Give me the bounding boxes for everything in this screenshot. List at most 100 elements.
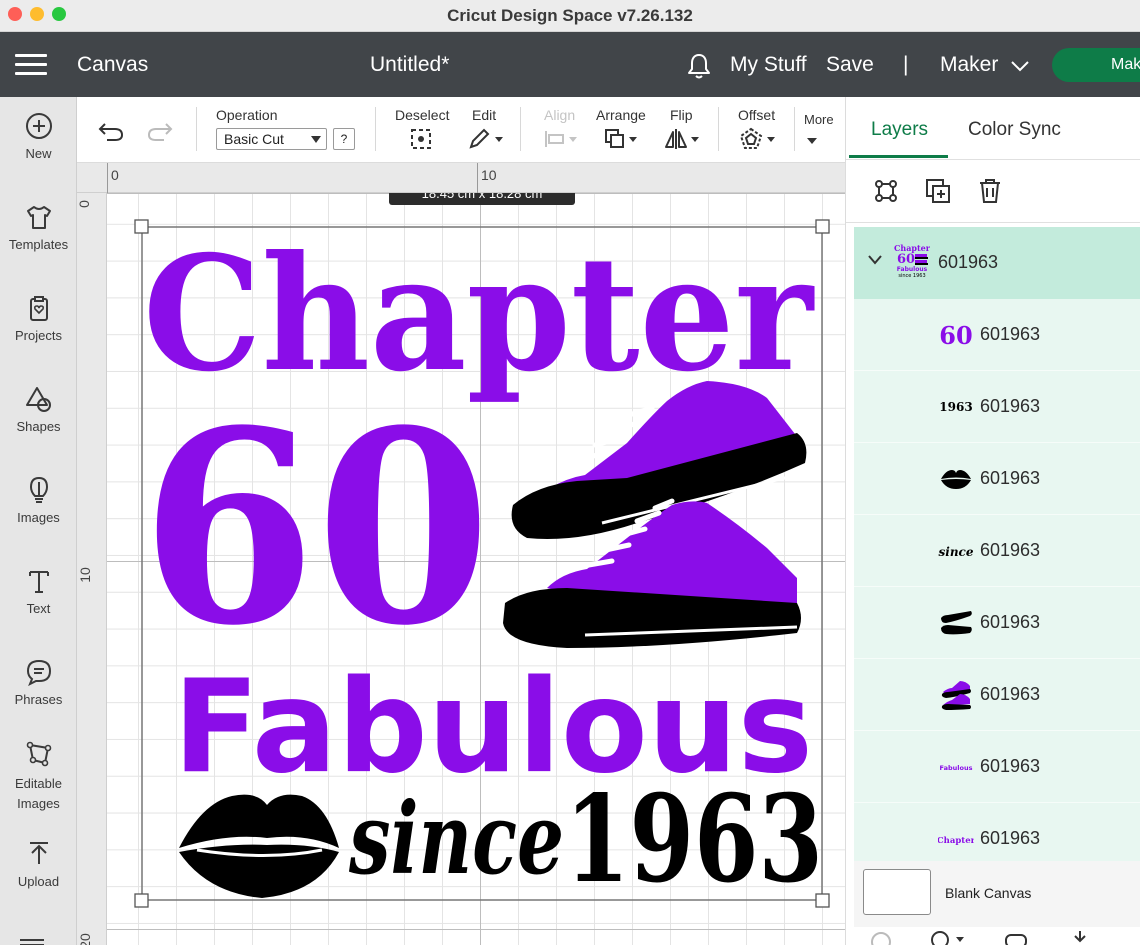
bulb-icon xyxy=(29,476,48,503)
group-icon[interactable] xyxy=(872,177,900,205)
edit-label: Edit xyxy=(472,107,497,123)
layer-name: 601963 xyxy=(938,252,999,272)
ruler-tick-label: 0 xyxy=(75,200,92,208)
align-icon[interactable] xyxy=(543,129,581,149)
sidebar-item-shapes[interactable]: Shapes xyxy=(0,385,77,434)
sidebar-item-editable-images[interactable]: Editable Images xyxy=(0,740,77,814)
sidebar-item-label: Templates xyxy=(8,237,69,252)
left-sidebar: New Templates Projects Shapes Images Tex… xyxy=(0,97,77,945)
shapes-icon xyxy=(25,387,51,412)
sidebar-item-label: Images xyxy=(17,510,60,525)
svg-text:Fabulous: Fabulous xyxy=(940,764,973,772)
sidebar-item-templates[interactable]: Templates xyxy=(0,203,77,252)
sidebar-item-label: Projects xyxy=(15,328,62,343)
operation-select[interactable]: Basic Cut xyxy=(216,128,327,150)
text-t-icon xyxy=(28,571,49,593)
size-tag: 18.45 cm x 18.28 cm xyxy=(389,193,575,205)
layer-row[interactable]: 601963 xyxy=(854,659,1140,731)
my-stuff-link[interactable]: My Stuff xyxy=(730,53,807,77)
layer-name: 601963 xyxy=(980,612,1041,632)
layer-name: 601963 xyxy=(980,828,1041,848)
svg-text:Chapter: Chapter xyxy=(938,836,974,846)
ruler-tick-label: 10 xyxy=(481,167,497,183)
layer-name: 601963 xyxy=(980,324,1041,344)
caret-down-icon[interactable] xyxy=(806,137,818,145)
edit-pen-icon[interactable] xyxy=(467,127,505,151)
design-artwork[interactable]: Chapter 60 Fabulous since 1963 xyxy=(107,193,845,945)
section-title: Canvas xyxy=(77,53,149,76)
attach-icon[interactable] xyxy=(1004,931,1030,945)
layer-name: 601963 xyxy=(980,396,1041,416)
layer-name: 601963 xyxy=(980,756,1041,776)
group-thumbnail: Chapter 60 Fabulous since 1963 xyxy=(894,243,930,279)
layer-row[interactable]: 601963 xyxy=(854,587,1140,659)
tab-color-sync[interactable]: Color Sync xyxy=(968,119,1061,141)
layer-thumbnail-60: 60 xyxy=(939,321,972,350)
since-script-text: since xyxy=(348,782,564,897)
undo-icon[interactable] xyxy=(97,121,125,143)
sidebar-item-upload[interactable]: Upload xyxy=(0,840,77,889)
deselect-icon[interactable] xyxy=(409,127,433,151)
lips-graphic xyxy=(179,794,339,898)
redo-icon[interactable] xyxy=(146,121,174,143)
flip-label: Flip xyxy=(670,107,693,123)
duplicate-icon[interactable] xyxy=(924,177,952,205)
arrange-label: Arrange xyxy=(596,107,646,123)
more-menu-icon[interactable] xyxy=(18,937,46,945)
trash-icon[interactable] xyxy=(976,177,1004,205)
shoes-icon xyxy=(941,681,971,710)
hamburger-menu-icon[interactable] xyxy=(15,54,47,76)
app-header: Canvas Untitled* My Stuff Save | Maker M… xyxy=(0,32,1140,97)
make-it-button[interactable]: Make It xyxy=(1052,48,1140,82)
layer-row[interactable]: 1963 601963 xyxy=(854,371,1140,443)
layer-row[interactable]: Fabulous 601963 xyxy=(854,731,1140,803)
sidebar-item-text[interactable]: Text xyxy=(0,567,77,616)
layer-name: 601963 xyxy=(980,540,1041,560)
chevron-down-icon[interactable] xyxy=(1010,59,1030,73)
flip-icon[interactable] xyxy=(663,127,703,151)
offset-icon[interactable] xyxy=(739,127,779,151)
layer-name: 601963 xyxy=(980,684,1041,704)
sixty-text: 60 xyxy=(141,373,491,684)
blank-canvas-row[interactable]: Blank Canvas xyxy=(854,861,1140,927)
layer-thumbnail-fabulous: Fabulous xyxy=(940,764,973,772)
sidebar-item-label: Phrases xyxy=(14,692,63,707)
tab-layers[interactable]: Layers xyxy=(871,119,928,141)
save-button[interactable]: Save xyxy=(826,53,874,77)
sidebar-item-label: Shapes xyxy=(16,419,61,434)
sidebar-item-phrases[interactable]: Phrases xyxy=(0,658,77,707)
layer-row[interactable]: since 601963 xyxy=(854,515,1140,587)
deselect-label: Deselect xyxy=(395,107,450,123)
blank-canvas-swatch[interactable] xyxy=(863,869,931,915)
machine-select[interactable]: Maker xyxy=(940,53,998,77)
ruler-tick-label: 20 xyxy=(76,933,93,945)
chevron-down-icon[interactable] xyxy=(868,255,882,265)
sidebar-item-label: New xyxy=(25,146,52,161)
selection-handle xyxy=(815,219,830,234)
svg-text:60: 60 xyxy=(939,321,972,350)
ruler-left: 0 10 20 xyxy=(75,193,107,945)
sidebar-item-new[interactable]: New xyxy=(0,112,77,161)
layer-row[interactable]: 601963 xyxy=(854,443,1140,515)
align-label: Align xyxy=(544,107,576,123)
speech-bubble-icon xyxy=(26,659,51,686)
layer-thumbnail-since: since xyxy=(939,545,974,559)
layer-row[interactable]: 60 601963 xyxy=(854,299,1140,371)
more-label[interactable]: More xyxy=(804,112,834,127)
selection-handle xyxy=(134,893,149,908)
arrange-icon[interactable] xyxy=(603,127,641,151)
bell-icon[interactable] xyxy=(686,52,712,80)
sidebar-item-images[interactable]: Images xyxy=(0,476,77,525)
lips-icon xyxy=(941,470,971,489)
sidebar-item-projects[interactable]: Projects xyxy=(0,294,77,343)
layer-thumbnail-1963: 1963 xyxy=(939,400,972,414)
design-canvas[interactable]: Chapter 60 Fabulous since 1963 18.45 cm … xyxy=(107,193,845,945)
flatten-icon[interactable] xyxy=(1068,929,1092,945)
layers-panel: Layers Color Sync Chapter 60 Fabulous si… xyxy=(845,97,1140,945)
layer-group-row[interactable]: Chapter 60 Fabulous since 1963 601963 xyxy=(854,227,1140,299)
operation-help-button[interactable]: ? xyxy=(333,128,355,150)
slice-icon[interactable] xyxy=(870,931,892,945)
combine-icon[interactable] xyxy=(930,929,970,945)
sidebar-item-label: Editable Images xyxy=(15,776,62,811)
layer-tools xyxy=(846,159,1140,223)
